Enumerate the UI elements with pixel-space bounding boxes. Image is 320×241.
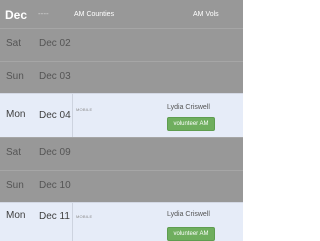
day-date: Dec 04	[39, 110, 71, 121]
day-row-dec-04: Mon Dec 04 MOBILE Lydia Criswell volunte…	[0, 93, 243, 137]
volunteer-am-button[interactable]: volunteer AM	[167, 117, 215, 131]
am-counties-header: AM Counties	[74, 11, 115, 18]
day-date: Dec 02	[39, 38, 71, 49]
day-date: Dec 03	[39, 71, 71, 82]
volunteer-name: Lydia Criswell	[167, 211, 210, 218]
day-name: Sat	[6, 38, 22, 49]
column-divider	[72, 94, 73, 137]
column-divider	[72, 203, 73, 241]
am-vols-header: AM Vols	[193, 11, 219, 18]
county-label: MOBILE	[76, 107, 93, 112]
day-name: Mon	[6, 109, 26, 120]
day-name: Sun	[6, 180, 24, 191]
day-row-dec-02: Sat Dec 02	[0, 28, 243, 61]
schedule-header: Dec ---- AM Counties AM Vols	[0, 0, 243, 28]
county-label: MOBILE	[76, 214, 93, 219]
day-name: Sat	[6, 147, 22, 158]
month-label: Dec	[5, 8, 28, 22]
schedule-table: Dec ---- AM Counties AM Vols Sat Dec 02 …	[0, 0, 243, 241]
volunteer-name: Lydia Criswell	[167, 104, 210, 111]
day-row-dec-09: Sat Dec 09	[0, 137, 243, 170]
day-name: Sun	[6, 71, 24, 82]
day-row-dec-10: Sun Dec 10	[0, 170, 243, 202]
day-date: Dec 10	[39, 180, 71, 191]
day-date: Dec 09	[39, 147, 71, 158]
header-dash: ----	[38, 9, 49, 18]
day-name: Mon	[6, 210, 26, 221]
day-row-dec-11: Mon Dec 11 MOBILE Lydia Criswell volunte…	[0, 202, 243, 241]
volunteer-am-button[interactable]: volunteer AM	[167, 227, 215, 241]
day-date: Dec 11	[39, 211, 70, 222]
day-row-dec-03: Sun Dec 03	[0, 61, 243, 93]
